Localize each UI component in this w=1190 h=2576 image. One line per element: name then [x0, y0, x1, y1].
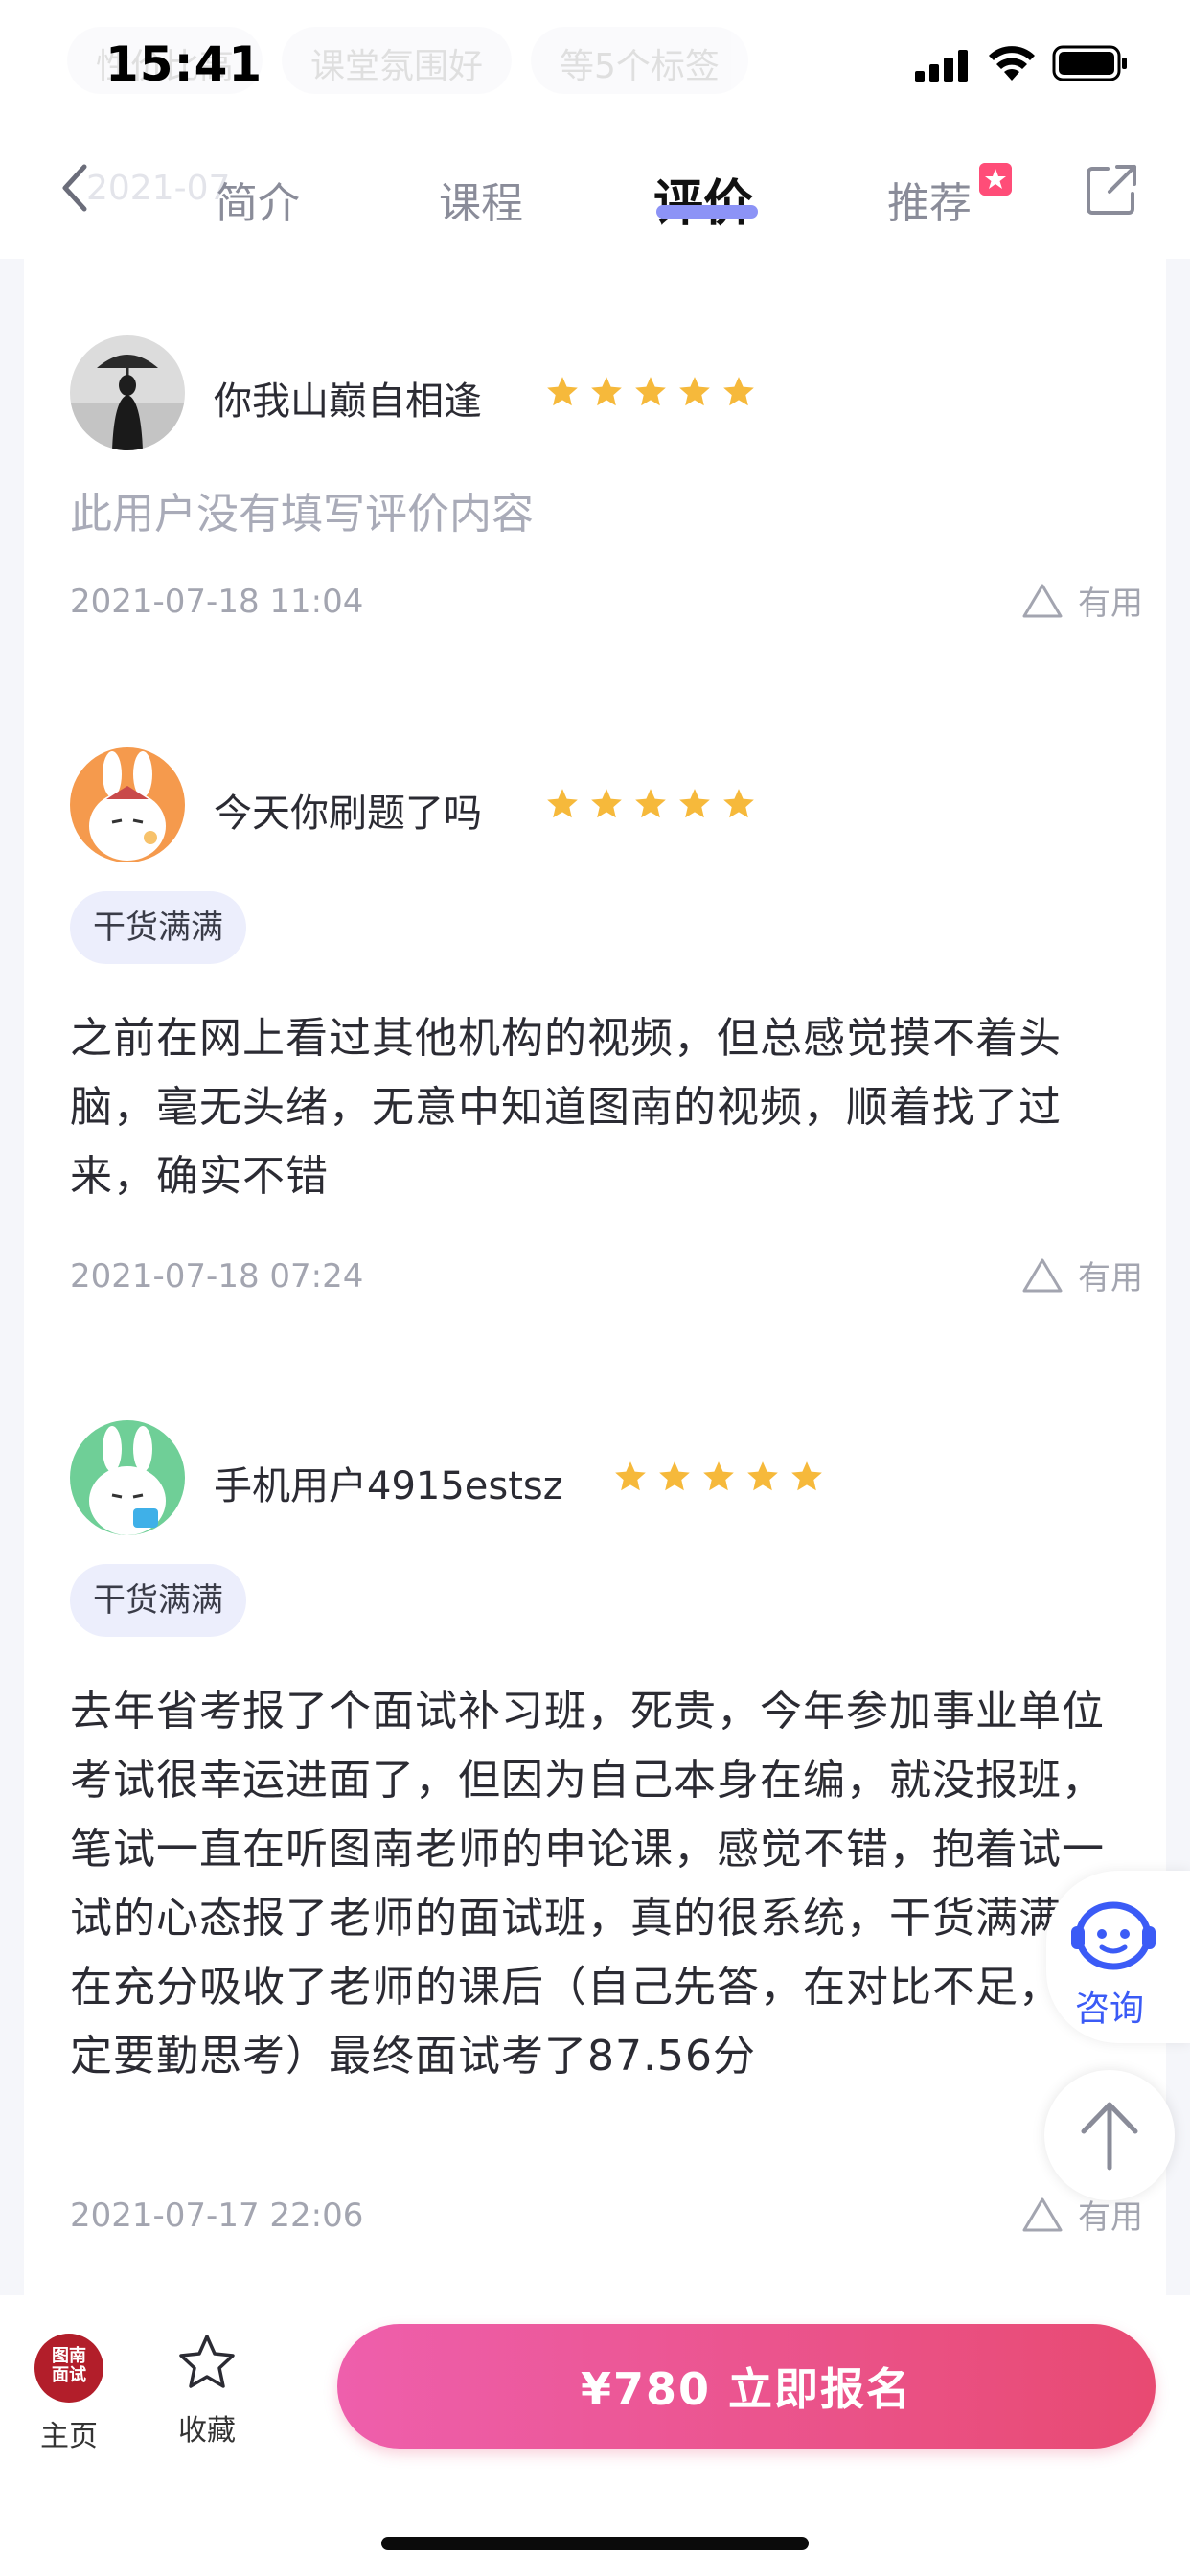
active-tab-indicator: [656, 205, 758, 218]
ghost-date: 2021-07: [86, 169, 231, 208]
star-icon: [635, 377, 666, 406]
home-button[interactable]: 图南 面试 主页: [34, 2334, 103, 2454]
review-item: 手机用户4915estsz 干货满满 去年省考报了个面试补习班，死贵，今年参加事…: [70, 1420, 1143, 2264]
review-date: 2021-07-17 22:06: [70, 2196, 364, 2235]
star-rating: [544, 786, 757, 822]
star-icon: [791, 1461, 822, 1491]
star-outline-icon: [179, 2334, 235, 2388]
star-icon: [679, 377, 710, 406]
tab-recommend[interactable]: 推荐: [887, 169, 972, 230]
review-item: 今天你刷题了吗 干货满满 之前在网上看过其他机构的视频，但总感觉摸不着头脑，毫无…: [70, 748, 1143, 1303]
helpful-label: 有用: [1078, 585, 1143, 623]
arrow-up-icon: [1081, 2102, 1138, 2171]
brand-logo-icon: 图南 面试: [34, 2334, 103, 2403]
status-bar: 性价比高 课堂氛围好 等5个标签 15:41: [0, 0, 1190, 125]
battery-icon: [1052, 45, 1127, 81]
consult-label: 咨询: [1075, 1990, 1145, 2029]
review-date: 2021-07-18 11:04: [70, 583, 364, 621]
review-item: 你我山巅自相逢 此用户没有填写评价内容 2021-07-18 11:04 有用: [70, 335, 1143, 642]
review-tag: 干货满满: [70, 1564, 246, 1637]
tab-course[interactable]: 课程: [439, 169, 523, 230]
share-icon[interactable]: [1083, 161, 1140, 218]
star-icon: [547, 789, 578, 818]
ghost-tag: 课堂氛围好: [282, 27, 513, 94]
bottom-action-bar: 图南 面试 主页 收藏 ¥780 立即报名: [0, 2295, 1190, 2576]
scroll-to-top-button[interactable]: [1044, 2070, 1175, 2200]
recommend-badge-icon: [979, 163, 1012, 196]
review-text: 去年省考报了个面试补习班，死贵，今年参加事业单位考试很幸运进面了，但因为自己本身…: [70, 1687, 1105, 2081]
favorite-label: 收藏: [178, 2414, 236, 2448]
avatar: [70, 335, 185, 450]
star-icon: [591, 789, 622, 818]
review-text: 之前在网上看过其他机构的视频，但总感觉摸不着头脑，毫无头绪，无意中知道图南的视频…: [70, 1014, 1062, 1201]
star-icon: [723, 789, 754, 818]
star-icon: [591, 377, 622, 406]
star-rating: [612, 1459, 825, 1495]
helpful-button[interactable]: 有用: [1020, 1252, 1143, 1299]
wifi-icon: [989, 46, 1035, 80]
username: 今天你刷题了吗: [214, 792, 482, 836]
star-icon: [547, 377, 578, 406]
username: 你我山巅自相逢: [214, 380, 482, 424]
avatar-image: [70, 335, 185, 450]
username: 手机用户4915estsz: [214, 1464, 563, 1508]
enroll-button[interactable]: ¥780 立即报名: [337, 2324, 1156, 2449]
star-icon: [703, 1461, 734, 1491]
avatar-image: [70, 1420, 185, 1535]
star-icon: [747, 1461, 778, 1491]
signal-icon: [915, 50, 968, 82]
avatar: [70, 1420, 185, 1535]
helpful-icon: [1022, 584, 1063, 617]
helpful-icon: [1022, 2197, 1063, 2231]
empty-review-text: 此用户没有填写评价内容: [70, 490, 534, 539]
avatar-image: [70, 748, 185, 862]
home-indicator: [381, 2537, 809, 2550]
tab-review[interactable]: 评价: [653, 163, 753, 235]
star-icon: [635, 789, 666, 818]
ghost-tag: 等5个标签: [531, 27, 748, 94]
avatar: [70, 748, 185, 862]
review-list: 你我山巅自相逢 此用户没有填写评价内容 2021-07-18 11:04 有用: [24, 259, 1166, 2295]
star-icon: [723, 377, 754, 406]
review-date: 2021-07-18 07:24: [70, 1257, 364, 1296]
star-icon: [615, 1461, 646, 1491]
helpful-button[interactable]: 有用: [1020, 577, 1143, 624]
helpful-label: 有用: [1078, 1259, 1143, 1298]
helpful-icon: [1022, 1258, 1063, 1292]
customer-service-icon: [1071, 1901, 1156, 1970]
star-icon: [679, 789, 710, 818]
review-tag: 干货满满: [70, 891, 246, 964]
favorite-button[interactable]: 收藏: [172, 2332, 241, 2449]
star-rating: [544, 374, 757, 410]
tab-intro[interactable]: 简介: [216, 169, 300, 230]
nav-bar: 2021-07 简介 课程 评价 推荐: [0, 125, 1190, 259]
home-label: 主页: [40, 2420, 98, 2453]
consult-button[interactable]: 咨询: [1046, 1871, 1190, 2043]
star-icon: [659, 1461, 690, 1491]
status-time: 15:41: [105, 36, 263, 92]
